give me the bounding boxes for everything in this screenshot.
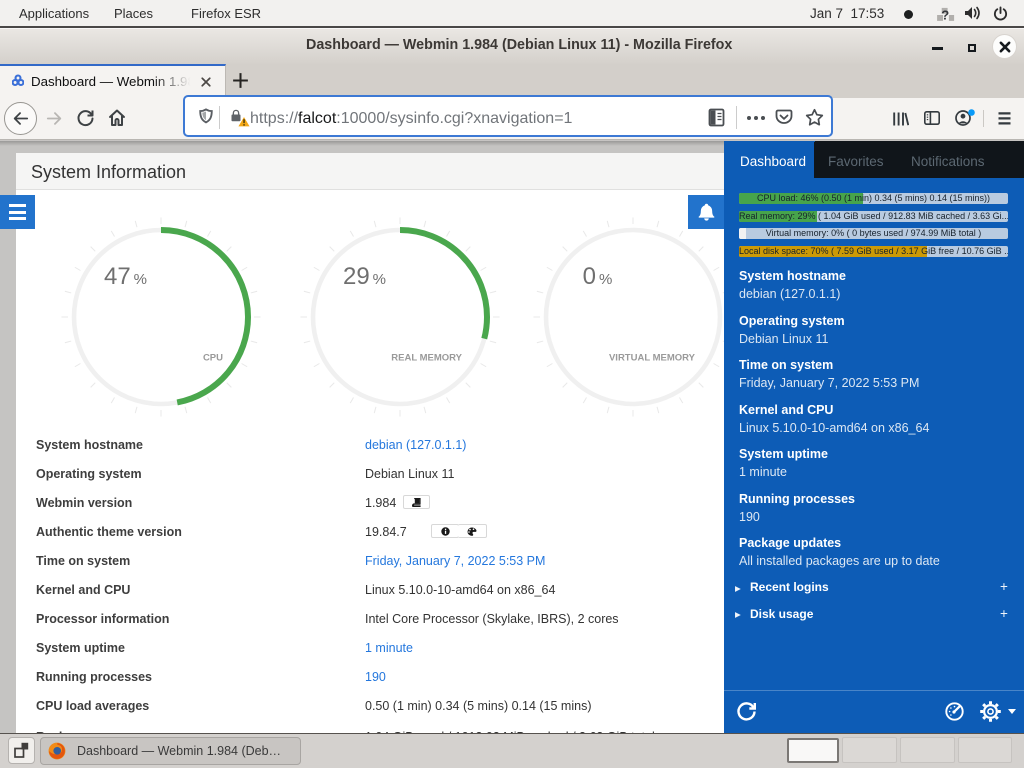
svg-text:REAL MEMORY: REAL MEMORY	[391, 353, 462, 364]
svg-text:CPU: CPU	[203, 353, 223, 364]
svg-text:29%: 29%	[343, 263, 386, 290]
svg-text:0%: 0%	[583, 263, 613, 290]
svg-text:VIRTUAL MEMORY: VIRTUAL MEMORY	[609, 353, 696, 364]
svg-text:47%: 47%	[104, 263, 147, 290]
svg-text:?: ?	[941, 8, 949, 22]
